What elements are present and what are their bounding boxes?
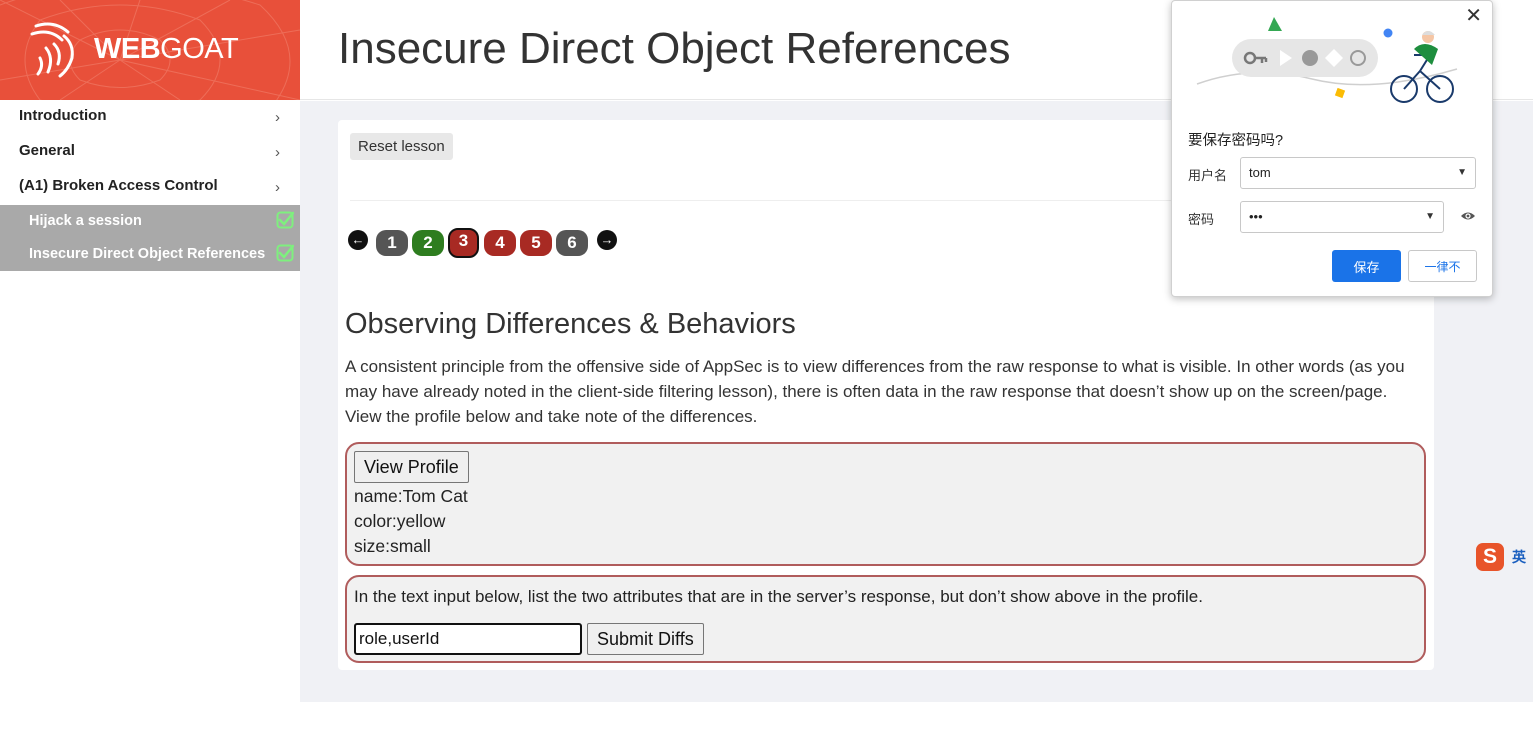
close-icon[interactable]: ✕ <box>1465 3 1482 28</box>
diff-instruction: In the text input below, list the two at… <box>354 587 1203 606</box>
username-select[interactable]: tom ▼ <box>1240 157 1476 189</box>
eye-icon[interactable] <box>1460 209 1476 223</box>
diff-form-box: In the text input below, list the two at… <box>345 575 1426 663</box>
sidebar-item-introduction[interactable]: Introduction › <box>0 100 300 135</box>
logo-text: WEBGOAT <box>94 33 239 65</box>
page-button-4[interactable]: 4 <box>484 230 516 256</box>
page-button-5[interactable]: 5 <box>520 230 552 256</box>
sidebar-item-label: General <box>19 142 75 159</box>
sidebar-item-label: Introduction <box>19 107 107 124</box>
page-button-3[interactable]: 3 <box>448 228 479 258</box>
view-profile-button[interactable]: View Profile <box>354 451 469 483</box>
section-title: Observing Differences & Behaviors <box>345 308 796 340</box>
sidebar-item-broken-access-control[interactable]: (A1) Broken Access Control › <box>0 170 300 205</box>
sidebar-item-label: Insecure Direct Object References <box>29 246 266 262</box>
username-label: 用户名 <box>1188 168 1228 183</box>
sidebar-item-hijack-session[interactable]: Hijack a session <box>0 205 300 238</box>
sidebar-item-label: (A1) Broken Access Control <box>19 177 218 194</box>
sidebar-item-general[interactable]: General › <box>0 135 300 170</box>
arrow-right-icon[interactable]: → <box>597 230 617 250</box>
submit-diffs-button[interactable]: Submit Diffs <box>587 623 704 655</box>
popup-title: 要保存密码吗? <box>1188 133 1284 149</box>
chevron-right-icon: › <box>275 109 280 126</box>
page-button-6[interactable]: 6 <box>556 230 588 256</box>
dropdown-caret-icon: ▼ <box>1425 211 1435 222</box>
check-complete-icon <box>276 244 294 262</box>
profile-color: color:yellow <box>354 511 446 531</box>
ime-indicator[interactable]: S 英 <box>1474 541 1533 573</box>
check-complete-icon <box>276 211 294 229</box>
sogou-logo-icon: S <box>1476 543 1504 571</box>
page-title: Insecure Direct Object References <box>338 24 1011 73</box>
page-button-2[interactable]: 2 <box>412 230 444 256</box>
save-password-popup: ✕ 要保存密码吗? 用户名 tom ▼ 密码 ••• ▼ 保存 一律不 <box>1171 0 1493 297</box>
password-illustration-icon <box>1196 17 1458 103</box>
chevron-right-icon: › <box>275 179 280 196</box>
goat-icon <box>30 22 74 78</box>
password-value: ••• <box>1249 209 1263 224</box>
chevron-right-icon: › <box>275 144 280 161</box>
never-save-button[interactable]: 一律不 <box>1408 250 1477 282</box>
password-select[interactable]: ••• ▼ <box>1240 201 1444 233</box>
dropdown-caret-icon: ▼ <box>1457 167 1467 178</box>
page-button-1[interactable]: 1 <box>376 230 408 256</box>
reset-lesson-button[interactable]: Reset lesson <box>350 133 453 160</box>
password-label: 密码 <box>1188 212 1215 227</box>
username-value: tom <box>1249 165 1271 180</box>
save-password-button[interactable]: 保存 <box>1332 250 1401 282</box>
ime-mode: 英 <box>1512 550 1526 566</box>
sidebar-item-label: Hijack a session <box>29 213 142 229</box>
profile-box: View Profile name:Tom Cat color:yellow s… <box>345 442 1426 566</box>
arrow-left-icon[interactable]: ← <box>348 230 368 250</box>
lesson-paragraph: A consistent principle from the offensiv… <box>345 357 1405 426</box>
profile-name: name:Tom Cat <box>354 486 468 506</box>
sidebar-item-idor[interactable]: Insecure Direct Object References <box>0 238 300 271</box>
sidebar: Introduction › General › (A1) Broken Acc… <box>0 100 300 749</box>
profile-size: size:small <box>354 536 431 556</box>
diff-input[interactable] <box>354 623 582 655</box>
webgoat-logo[interactable]: WEBGOAT <box>0 0 300 100</box>
